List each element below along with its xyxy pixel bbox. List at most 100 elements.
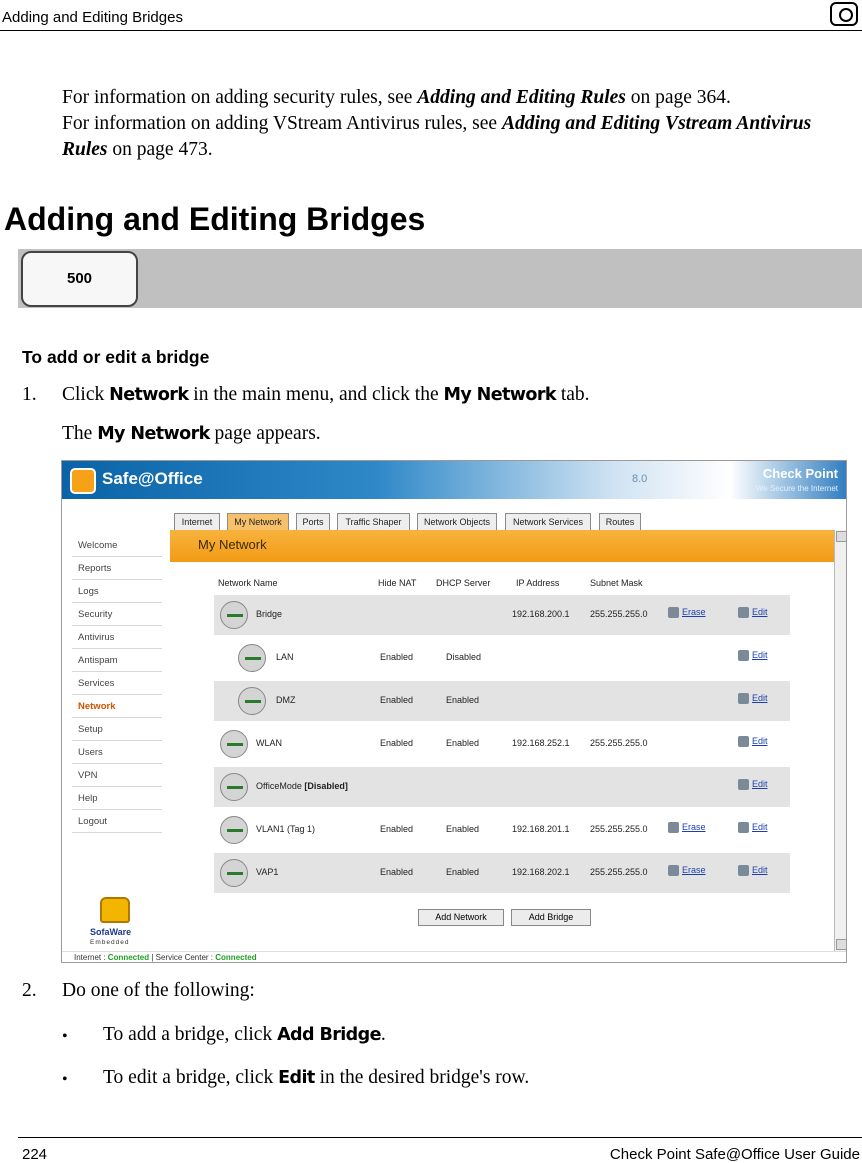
brand-name: Safe@Office (102, 469, 203, 488)
row-name-text: OfficeMode (256, 781, 302, 791)
bullet-dot: • (62, 1028, 68, 1045)
sofaware-logo: SofaWare Embedded (90, 897, 140, 953)
intro-text: For information on adding VStream Antivi… (62, 113, 502, 134)
col-ip-address: IP Address (516, 578, 560, 588)
step-text: To add a bridge, click (103, 1024, 278, 1045)
menu-item-network[interactable]: Network (72, 696, 162, 718)
network-icon (220, 773, 248, 801)
table-row: DMZ Enabled Enabled Edit (214, 681, 790, 721)
row-hide-nat: Enabled (380, 652, 414, 662)
step-text: . (380, 1024, 386, 1045)
row-ip: 192.168.200.1 (512, 609, 570, 619)
row-name: WLAN (256, 738, 283, 748)
scroll-up-icon[interactable] (836, 531, 846, 542)
edit-button[interactable]: Edit (738, 822, 768, 833)
table-row: VAP1 Enabled Enabled 192.168.202.1 255.2… (214, 853, 790, 893)
row-name: OfficeMode [Disabled] (256, 781, 348, 791)
ui-term-add-bridge: Add Bridge (277, 1025, 381, 1045)
erase-button[interactable]: Erase (668, 607, 706, 618)
row-hide-nat: Enabled (380, 695, 414, 705)
network-icon (238, 644, 266, 672)
vertical-scrollbar[interactable] (834, 530, 846, 951)
menu-item-reports[interactable]: Reports (72, 558, 162, 580)
scroll-down-icon[interactable] (836, 939, 846, 950)
tab-my-network[interactable]: My Network (227, 513, 289, 531)
my-network-screenshot: Safe@Office 8.0 Check Point We Secure th… (61, 460, 847, 963)
sofa-chair-icon (100, 897, 130, 923)
table-row: WLAN Enabled Enabled 192.168.252.1 255.2… (214, 724, 790, 764)
network-icon (238, 687, 266, 715)
row-dhcp: Enabled (446, 867, 480, 877)
wireless-icon (220, 730, 248, 758)
edit-button[interactable]: Edit (738, 865, 768, 876)
step-2-text: Do one of the following: (62, 980, 255, 1001)
edit-button[interactable]: Edit (738, 650, 768, 661)
step-text: page appears. (209, 423, 321, 444)
tab-ports[interactable]: Ports (296, 513, 330, 531)
row-hide-nat: Enabled (380, 738, 414, 748)
edit-button[interactable]: Edit (738, 607, 768, 618)
menu-item-antivirus[interactable]: Antivirus (72, 627, 162, 649)
menu-item-antispam[interactable]: Antispam (72, 650, 162, 672)
category-badge: 500 (21, 251, 138, 307)
add-bridge-button[interactable]: Add Bridge (511, 909, 591, 926)
page-number: 224 (22, 1146, 48, 1163)
page-title: My Network (198, 537, 267, 552)
bullet-1-text: To add a bridge, click Add Bridge. (103, 1024, 386, 1046)
menu-item-welcome[interactable]: Welcome (72, 535, 162, 557)
step-text: in the desired bridge's row. (314, 1067, 530, 1088)
row-mask: 255.255.255.0 (590, 609, 648, 619)
row-ip: 192.168.202.1 (512, 867, 570, 877)
edit-button[interactable]: Edit (738, 779, 768, 790)
tab-network-objects[interactable]: Network Objects (417, 513, 497, 531)
step-number-1: 1. (22, 384, 37, 405)
guide-title: Check Point Safe@Office User Guide (609, 1146, 860, 1163)
row-ip: 192.168.252.1 (512, 738, 570, 748)
row-disabled-flag: [Disabled] (304, 781, 348, 791)
erase-button[interactable]: Erase (668, 865, 706, 876)
row-ip: 192.168.201.1 (512, 824, 570, 834)
procedure-title: To add or edit a bridge (22, 347, 210, 367)
app-banner: Safe@Office 8.0 Check Point We Secure th… (62, 461, 846, 499)
vlan-icon (220, 816, 248, 844)
tab-internet[interactable]: Internet (174, 513, 220, 531)
menu-item-services[interactable]: Services (72, 673, 162, 695)
tab-routes[interactable]: Routes (599, 513, 641, 531)
table-row: VLAN1 (Tag 1) Enabled Enabled 192.168.20… (214, 810, 790, 850)
tab-traffic-shaper[interactable]: Traffic Shaper (337, 513, 410, 531)
step-text: in the main menu, and click the (188, 384, 444, 405)
section-heading: Adding and Editing Bridges (4, 201, 426, 237)
tab-network-services[interactable]: Network Services (505, 513, 591, 531)
intro-line-1: For information on adding security rules… (62, 85, 852, 111)
step-text: To edit a bridge, click (103, 1067, 279, 1088)
step-1-text: Click Network in the main menu, and clic… (62, 384, 590, 406)
intro-text: on page 473. (107, 139, 213, 160)
row-name: DMZ (276, 695, 296, 705)
menu-item-security[interactable]: Security (72, 604, 162, 626)
bullet-dot: • (62, 1071, 68, 1088)
sofaware-name: SofaWare (90, 927, 132, 937)
sofaware-embedded: Embedded (90, 939, 130, 946)
table-row: LAN Enabled Disabled Edit (214, 638, 790, 678)
col-subnet-mask: Subnet Mask (590, 578, 643, 588)
table-row: Bridge 192.168.200.1 255.255.255.0 Erase… (214, 595, 790, 635)
menu-item-logs[interactable]: Logs (72, 581, 162, 603)
status-internet-label: Internet : (74, 953, 108, 962)
ui-term-my-network: My Network (443, 385, 556, 405)
edit-button[interactable]: Edit (738, 736, 768, 747)
menu-item-users[interactable]: Users (72, 742, 162, 764)
bullet-2-text: To edit a bridge, click Edit in the desi… (103, 1067, 529, 1089)
menu-item-setup[interactable]: Setup (72, 719, 162, 741)
row-name: VLAN1 (Tag 1) (256, 824, 316, 834)
link-adding-editing-rules[interactable]: Adding and Editing Rules (417, 87, 626, 108)
menu-item-vpn[interactable]: VPN (72, 765, 162, 787)
edit-button[interactable]: Edit (738, 693, 768, 704)
checkpoint-logo: Check Point (762, 466, 838, 481)
category-bar: 500 (18, 249, 862, 309)
version-label: 8.0 (632, 473, 648, 485)
menu-item-help[interactable]: Help (72, 788, 162, 810)
add-network-button[interactable]: Add Network (418, 909, 504, 926)
row-name: LAN (276, 652, 294, 662)
erase-button[interactable]: Erase (668, 822, 706, 833)
menu-item-logout[interactable]: Logout (72, 811, 162, 833)
